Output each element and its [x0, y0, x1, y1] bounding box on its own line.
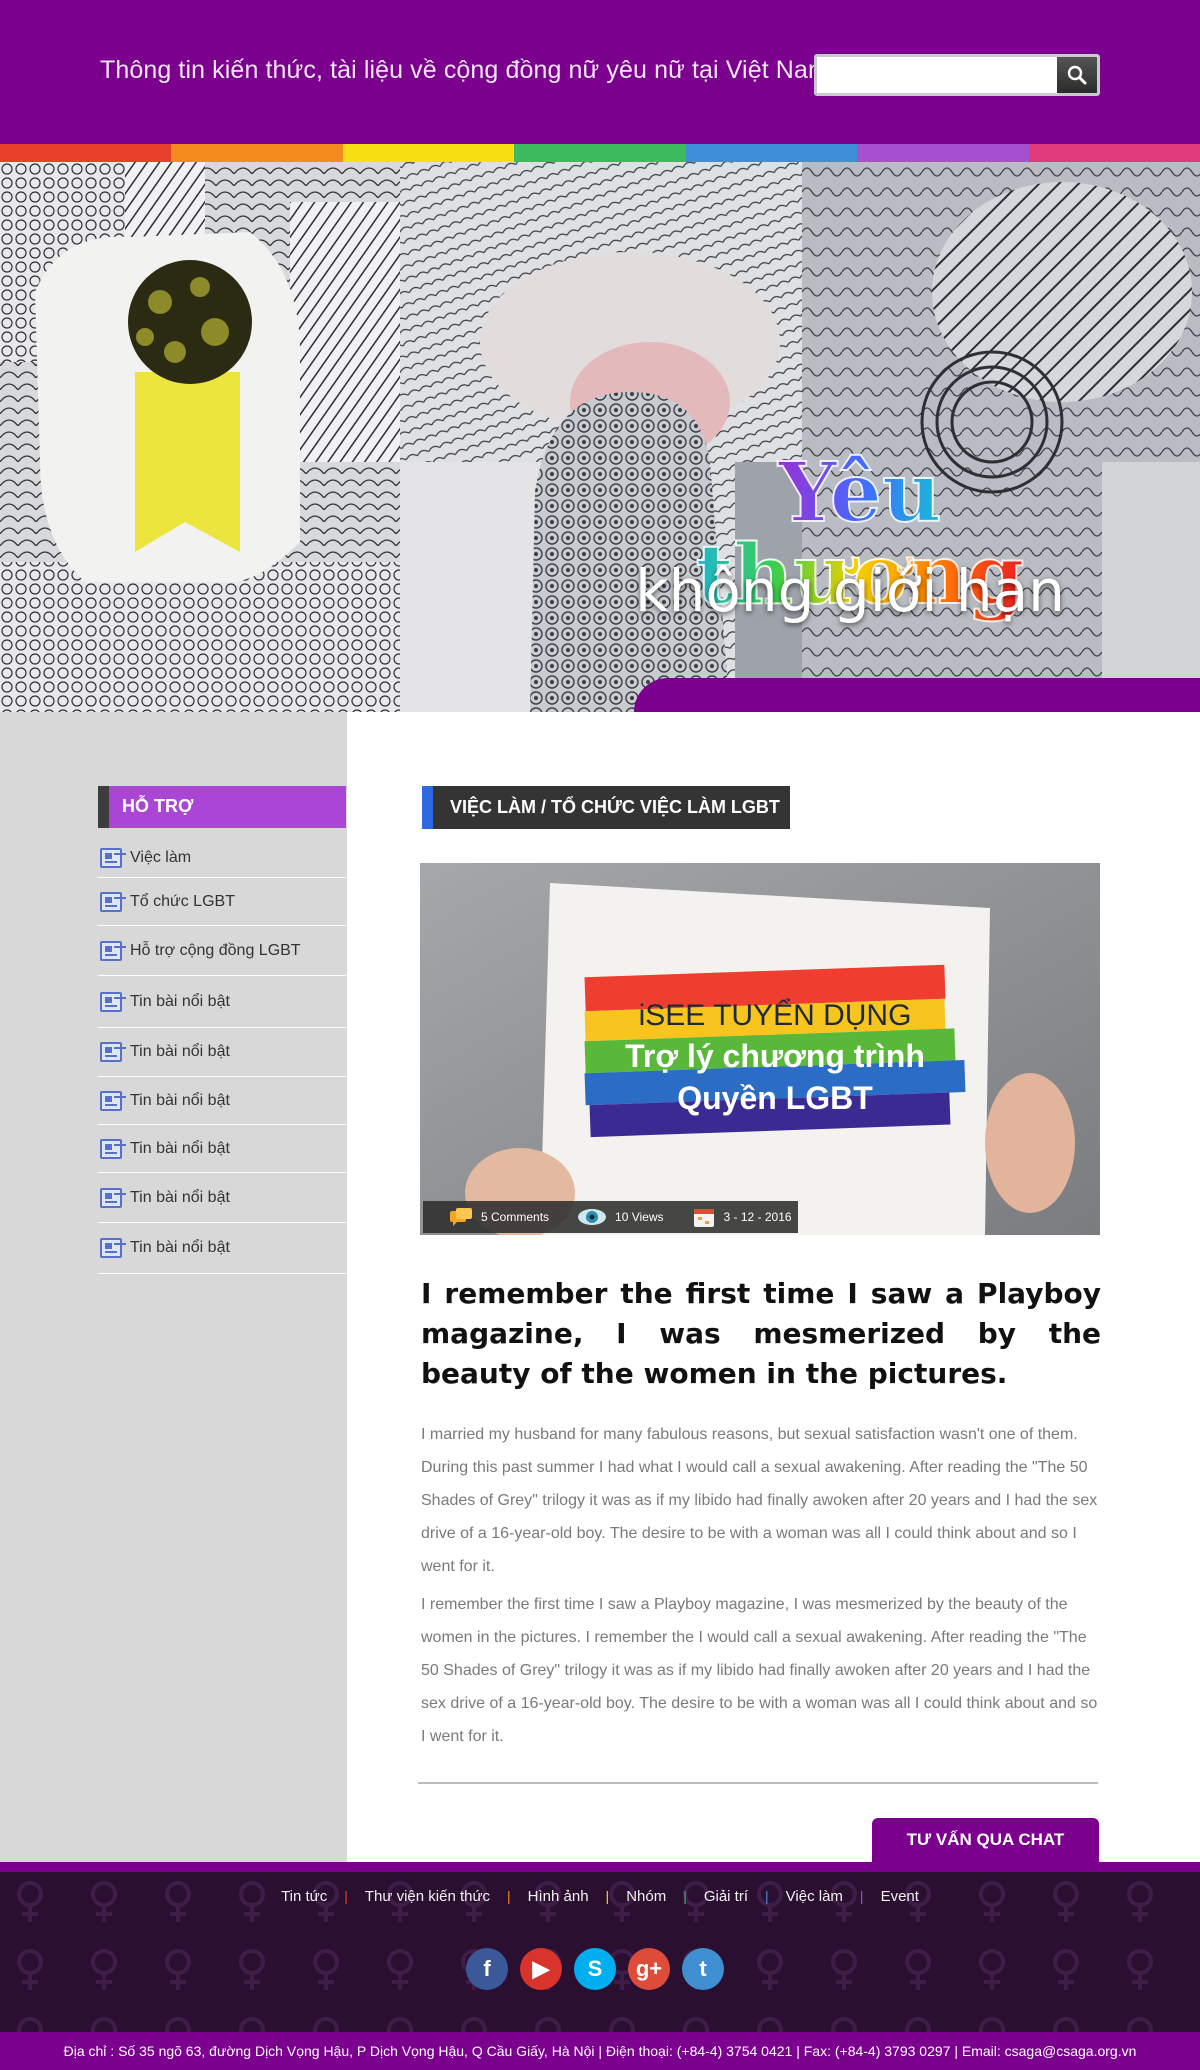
rainbow-segment	[171, 144, 343, 162]
category-badge[interactable]: VIỆC LÀM / TỔ CHỨC VIỆC LÀM LGBT	[422, 786, 790, 829]
rainbow-segment	[857, 144, 1029, 162]
footer-nav-link[interactable]: Thư viện kiến thức	[348, 1888, 507, 1905]
footer-nav-link[interactable]: Hình ảnh	[511, 1888, 606, 1905]
rainbow-segment	[514, 144, 686, 162]
sidebar-item[interactable]: Tin bài nổi bật	[98, 1173, 346, 1223]
sidebar-item-label: Hỗ trợ cộng đồng LGBT	[130, 941, 301, 959]
views-count: 10 Views	[577, 1207, 664, 1227]
search-button[interactable]	[1057, 57, 1097, 93]
featured-illustration: iSEE TUYỂN DỤNG Trợ lý chương trình Quyề…	[420, 863, 1100, 1235]
sidebar-item-label: Tin bài nổi bật	[130, 1239, 230, 1256]
newspaper-icon	[100, 891, 122, 912]
calendar-icon	[693, 1209, 714, 1227]
newspaper-icon	[100, 1238, 122, 1258]
sidebar-item-label: Việc làm	[130, 848, 192, 866]
sidebar-heading: HỖ TRỢ	[98, 786, 346, 828]
sidebar-item[interactable]: Tin bài nổi bật	[98, 1077, 346, 1125]
banner-art-right	[802, 162, 1200, 712]
social-glyph: t	[699, 1956, 707, 1981]
footer-nav-link[interactable]: Giải trí	[687, 1888, 765, 1905]
footer-nav-link[interactable]: Event	[864, 1888, 936, 1905]
comments-count[interactable]: 5 Comments	[449, 1207, 549, 1227]
sidebar-item[interactable]: Tin bài nổi bật	[98, 1125, 346, 1173]
sidebar-item[interactable]: Tin bài nổi bật	[98, 1028, 346, 1077]
rainbow-segment	[685, 144, 858, 162]
post-date: 3 - 12 - 2016	[692, 1205, 792, 1229]
footer-nav: Tin tức | Thư viện kiến thức | Hình ảnh | Nhóm…	[0, 1888, 1200, 1905]
facebook-icon[interactable]: f	[466, 1948, 508, 1990]
date-label: 3 - 12 - 2016	[723, 1210, 792, 1224]
image-text-line2: Trợ lý chương trình	[625, 1038, 925, 1074]
sidebar-item[interactable]: Việc làm	[98, 838, 346, 878]
sidebar-item-label: Tổ chức LGBT	[130, 892, 235, 910]
views-label: 10 Views	[615, 1210, 664, 1224]
social-glyph: S	[587, 1956, 603, 1981]
image-text-line1: iSEE TUYỂN DỤNG	[639, 998, 912, 1032]
article-title: I remember the first time I saw a Playbo…	[421, 1277, 1101, 1390]
social-links: f ▶ Sg+ t	[466, 1948, 724, 1990]
footer-nav-link[interactable]: Nhóm	[609, 1888, 683, 1905]
social-glyph: g+	[635, 1956, 663, 1981]
newspaper-icon	[100, 1042, 122, 1062]
sidebar-item-label: Tin bài nổi bật	[130, 1139, 230, 1157]
social-glyph: f	[483, 1956, 491, 1981]
comments-icon	[450, 1208, 472, 1226]
newspaper-icon	[100, 847, 122, 868]
article-paragraph: I married my husband for many fabulous r…	[421, 1426, 1098, 1575]
comments-label: 5 Comments	[481, 1210, 550, 1224]
youtube-icon[interactable]: ▶	[520, 1948, 562, 1990]
article-divider	[418, 1782, 1098, 1784]
banner-subtitle: không giới hạn	[635, 557, 1065, 625]
sidebar-item[interactable]: Tin bài nổi bật	[98, 976, 346, 1028]
sidebar-item-label: Tin bài nổi bật	[130, 1188, 230, 1206]
search-icon	[1067, 65, 1087, 85]
twitter-icon[interactable]: t	[682, 1948, 724, 1990]
rainbow-segment	[1028, 144, 1200, 162]
image-text-line3: Quyền LGBT	[677, 1080, 873, 1116]
google-plus-icon[interactable]: g+	[628, 1948, 670, 1990]
footer-nav-link[interactable]: Tin tức	[264, 1888, 344, 1905]
sidebar-item[interactable]: Tin bài nổi bật	[98, 1223, 346, 1274]
banner-art-left	[0, 162, 400, 712]
hero-banner: Yêu thương không giới hạn	[0, 162, 1200, 712]
sidebar-item-label: Tin bài nổi bật	[130, 992, 230, 1010]
newspaper-icon	[100, 1090, 122, 1111]
sidebar-item-label: Tin bài nổi bật	[130, 1091, 230, 1109]
eye-icon	[578, 1209, 607, 1225]
sidebar-item-label: Tin bài nổi bật	[130, 1043, 230, 1060]
rainbow-stripe	[0, 144, 1200, 162]
site-footer: Tin tức | Thư viện kiến thức | Hình ảnh | Nhóm…	[0, 1872, 1200, 2032]
chat-consult-button[interactable]: TƯ VẤN QUA CHAT	[872, 1818, 1099, 1862]
footer-nav-link[interactable]: Việc làm	[769, 1888, 860, 1905]
newspaper-icon	[100, 1138, 122, 1159]
social-glyph: ▶	[532, 1956, 550, 1981]
sidebar-menu: Việc làm Tổ chức LGBT Hỗ trợ cộng đồng LGB…	[98, 838, 346, 1274]
site-header: Thông tin kiến thức, tài liệu về cộng đồ…	[0, 0, 1200, 144]
article-paragraph: I remember the first time I saw a Playbo…	[421, 1596, 1098, 1745]
newspaper-icon	[100, 991, 122, 1012]
sidebar-item[interactable]: Tổ chức LGBT	[98, 878, 346, 926]
skype-icon[interactable]: S	[574, 1948, 616, 1990]
banner-art-middle	[400, 162, 802, 712]
post-meta-bar: 5 Comments 10 Views 3 - 12 - 2016	[423, 1201, 798, 1233]
site-tagline: Thông tin kiến thức, tài liệu về cộng đồ…	[100, 56, 829, 84]
newspaper-icon	[100, 940, 122, 961]
newspaper-icon	[100, 1187, 122, 1208]
banner-tab-decoration	[634, 678, 1200, 712]
search-box	[814, 54, 1100, 96]
footer-top-band	[0, 1862, 1200, 1872]
rainbow-segment	[342, 144, 515, 162]
contact-bar: Địa chỉ : Số 35 ngõ 63, đường Dịch Vọng …	[0, 2032, 1200, 2070]
search-input[interactable]	[821, 61, 1061, 89]
featured-image[interactable]: iSEE TUYỂN DỤNG Trợ lý chương trình Quyề…	[420, 863, 1100, 1235]
sidebar-item[interactable]: Hỗ trợ cộng đồng LGBT	[98, 926, 346, 976]
rainbow-segment	[0, 144, 172, 162]
